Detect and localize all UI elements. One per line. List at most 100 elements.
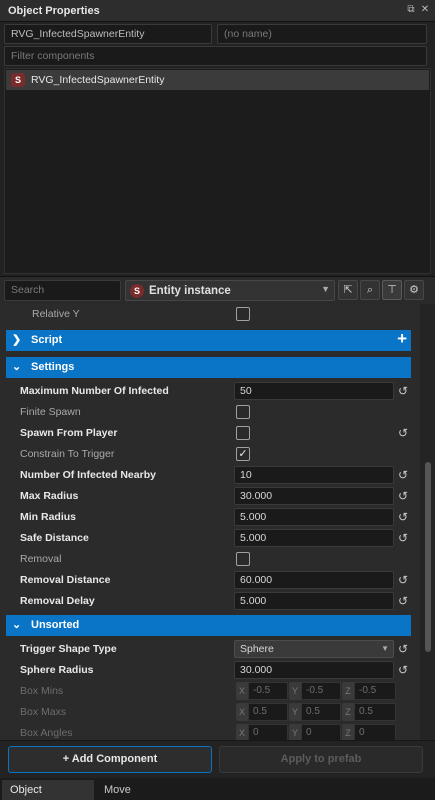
chevron-down-icon: ▼: [321, 284, 330, 294]
properties-scrollbar[interactable]: [420, 304, 435, 740]
property-row: Removal Delay 5.000 ↺: [0, 591, 420, 612]
property-label: Sphere Radius: [20, 664, 94, 676]
vector-value[interactable]: -0.5: [354, 682, 396, 700]
property-row: Max Radius 30.000 ↺: [0, 486, 420, 507]
chevron-down-icon: ▼: [381, 644, 389, 653]
vector-value[interactable]: 0: [354, 724, 396, 740]
property-value-field[interactable]: 60.000: [234, 571, 394, 589]
panel-tab-bar: Object Properties Move: [0, 778, 435, 800]
reset-icon[interactable]: ↺: [398, 642, 408, 656]
property-row: Trigger Shape Type Sphere ▼ ↺: [0, 639, 420, 660]
close-icon[interactable]: ✕: [419, 4, 431, 16]
reset-icon[interactable]: ↺: [398, 384, 408, 398]
inspector-toolbar: Search S Entity instance ▼ ⇱ ⌕ ⊤ ⚙: [0, 276, 435, 304]
trigger-shape-dropdown[interactable]: Sphere ▼: [234, 640, 394, 658]
section-header-settings[interactable]: ⌄ Settings: [6, 357, 411, 378]
entity-icon: S: [11, 73, 25, 87]
property-checkbox[interactable]: [236, 405, 250, 419]
vector-value[interactable]: -0.5: [301, 682, 341, 700]
property-row: Maximum Number Of Infected 50 ↺: [0, 381, 420, 402]
axis-y-label: Y: [289, 682, 301, 700]
property-row: Safe Distance 5.000 ↺: [0, 528, 420, 549]
undock-icon[interactable]: ⧉: [405, 4, 417, 16]
property-label: Maximum Number Of Infected: [20, 385, 169, 397]
reset-icon[interactable]: ↺: [398, 573, 408, 587]
scrollbar-thumb[interactable]: [425, 462, 431, 652]
property-value-field[interactable]: 50: [234, 382, 394, 400]
property-value-field[interactable]: 10: [234, 466, 394, 484]
property-label: Removal Delay: [20, 595, 95, 607]
reset-icon[interactable]: ↺: [398, 663, 408, 677]
panel-title: Object Properties: [8, 5, 100, 17]
chevron-down-icon: ⌄: [12, 619, 22, 631]
property-row: Spawn From Player ↺: [0, 423, 420, 444]
property-label: Number Of Infected Nearby: [20, 469, 156, 481]
entity-name-field[interactable]: RVG_InfectedSpawnerEntity: [4, 24, 212, 44]
vector-value[interactable]: 0: [301, 724, 341, 740]
reset-icon[interactable]: ↺: [398, 489, 408, 503]
find-button[interactable]: ⌕: [360, 280, 380, 300]
axis-x-label: X: [236, 724, 248, 740]
add-component-button[interactable]: + Add Component: [8, 746, 212, 773]
property-row: Removal Distance 60.000 ↺: [0, 570, 420, 591]
tab-move[interactable]: Move: [96, 780, 139, 800]
vector-value[interactable]: -0.5: [248, 682, 288, 700]
entity-alt-name-field[interactable]: (no name): [217, 24, 427, 44]
properties-panel: Relative Y ❯ Script + ⌄ Settings Maximum…: [0, 304, 420, 740]
axis-z-label: Z: [342, 682, 354, 700]
property-row: Min Radius 5.000 ↺: [0, 507, 420, 528]
property-checkbox[interactable]: [236, 307, 250, 321]
property-value-field[interactable]: 5.000: [234, 508, 394, 526]
section-title: Settings: [31, 361, 75, 373]
property-value-field[interactable]: 5.000: [234, 592, 394, 610]
property-checkbox[interactable]: [236, 426, 250, 440]
vector-value[interactable]: 0: [248, 724, 288, 740]
property-label: Max Radius: [20, 490, 79, 502]
property-label: Box Angles: [20, 727, 73, 739]
add-icon[interactable]: +: [397, 329, 407, 349]
reset-icon[interactable]: ↺: [398, 468, 408, 482]
property-row: Constrain To Trigger ✓: [0, 444, 420, 465]
hierarchy-icon: ⊤: [387, 284, 397, 296]
gear-icon: ⚙: [409, 284, 419, 296]
property-row: Box Mins X -0.5 Y -0.5 Z -0.5: [0, 681, 420, 702]
property-checkbox[interactable]: ✓: [236, 447, 250, 461]
chevron-down-icon: ⌄: [12, 361, 22, 373]
property-checkbox[interactable]: [236, 552, 250, 566]
property-label: Trigger Shape Type: [20, 643, 117, 655]
section-title: Unsorted: [31, 619, 80, 631]
property-label: Removal Distance: [20, 574, 111, 586]
section-header-unsorted[interactable]: ⌄ Unsorted: [6, 615, 411, 636]
axis-x-label: X: [236, 703, 248, 721]
apply-to-prefab-button[interactable]: Apply to prefab: [219, 746, 423, 773]
axis-y-label: Y: [289, 703, 301, 721]
component-list-item[interactable]: S RVG_InfectedSpawnerEntity: [6, 70, 429, 90]
open-external-button[interactable]: ⇱: [338, 280, 358, 300]
search-input[interactable]: Search: [4, 280, 121, 301]
reset-icon[interactable]: ↺: [398, 426, 408, 440]
property-value-field[interactable]: 5.000: [234, 529, 394, 547]
property-label: Min Radius: [20, 511, 77, 523]
property-row: Removal: [0, 549, 420, 570]
section-header-script[interactable]: ❯ Script +: [6, 329, 411, 351]
dropdown-value: Sphere: [240, 643, 274, 655]
property-value-field[interactable]: 30.000: [234, 487, 394, 505]
property-label: Removal: [20, 553, 62, 565]
vector-value[interactable]: 0.5: [354, 703, 396, 721]
hierarchy-button[interactable]: ⊤: [382, 280, 402, 300]
property-value-field[interactable]: 30.000: [234, 661, 394, 679]
axis-z-label: Z: [342, 724, 354, 740]
property-row: Number Of Infected Nearby 10 ↺: [0, 465, 420, 486]
vector-value[interactable]: 0.5: [248, 703, 288, 721]
reset-icon[interactable]: ↺: [398, 594, 408, 608]
reset-icon[interactable]: ↺: [398, 510, 408, 524]
tab-object-properties[interactable]: Object Properties: [2, 780, 94, 800]
entity-type-dropdown[interactable]: S Entity instance ▼: [125, 280, 335, 301]
settings-button[interactable]: ⚙: [404, 280, 424, 300]
filter-components-input[interactable]: Filter components: [4, 46, 427, 66]
reset-icon[interactable]: ↺: [398, 531, 408, 545]
property-label: Finite Spawn: [20, 406, 81, 418]
chevron-right-icon: ❯: [12, 334, 22, 346]
property-label: Spawn From Player: [20, 427, 118, 439]
vector-value[interactable]: 0.5: [301, 703, 341, 721]
